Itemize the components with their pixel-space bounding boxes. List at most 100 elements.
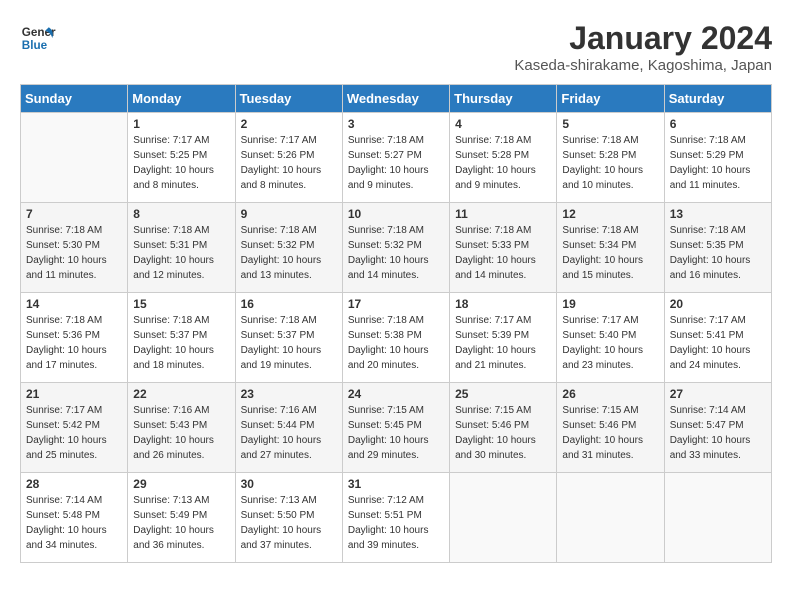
daylight-info: Daylight: 10 hours and 27 minutes. (241, 435, 322, 461)
day-number: 29 (133, 477, 229, 491)
sunrise-info: Sunrise: 7:16 AM (133, 405, 209, 416)
calendar-header: SundayMondayTuesdayWednesdayThursdayFrid… (21, 85, 772, 113)
calendar-cell: 26 Sunrise: 7:15 AM Sunset: 5:46 PM Dayl… (557, 383, 664, 473)
calendar-body: 1 Sunrise: 7:17 AM Sunset: 5:25 PM Dayli… (21, 113, 772, 563)
calendar-cell (557, 473, 664, 563)
sunset-info: Sunset: 5:46 PM (455, 420, 529, 431)
sunrise-info: Sunrise: 7:17 AM (26, 405, 102, 416)
sunrise-info: Sunrise: 7:13 AM (133, 495, 209, 506)
calendar-week-3: 14 Sunrise: 7:18 AM Sunset: 5:36 PM Dayl… (21, 293, 772, 383)
sunrise-info: Sunrise: 7:18 AM (133, 225, 209, 236)
sunrise-info: Sunrise: 7:16 AM (241, 405, 317, 416)
daylight-info: Daylight: 10 hours and 39 minutes. (348, 525, 429, 551)
sunset-info: Sunset: 5:44 PM (241, 420, 315, 431)
daylight-info: Daylight: 10 hours and 36 minutes. (133, 525, 214, 551)
calendar-cell: 15 Sunrise: 7:18 AM Sunset: 5:37 PM Dayl… (128, 293, 235, 383)
daylight-info: Daylight: 10 hours and 31 minutes. (562, 435, 643, 461)
calendar-cell: 9 Sunrise: 7:18 AM Sunset: 5:32 PM Dayli… (235, 203, 342, 293)
calendar-cell: 17 Sunrise: 7:18 AM Sunset: 5:38 PM Dayl… (342, 293, 449, 383)
calendar-cell: 18 Sunrise: 7:17 AM Sunset: 5:39 PM Dayl… (450, 293, 557, 383)
sunrise-info: Sunrise: 7:15 AM (455, 405, 531, 416)
sunrise-info: Sunrise: 7:18 AM (241, 225, 317, 236)
sunset-info: Sunset: 5:37 PM (133, 330, 207, 341)
day-number: 22 (133, 387, 229, 401)
day-number: 8 (133, 207, 229, 221)
day-number: 31 (348, 477, 444, 491)
sunset-info: Sunset: 5:42 PM (26, 420, 100, 431)
sunrise-info: Sunrise: 7:18 AM (26, 315, 102, 326)
day-number: 14 (26, 297, 122, 311)
daylight-info: Daylight: 10 hours and 15 minutes. (562, 255, 643, 281)
calendar-cell: 1 Sunrise: 7:17 AM Sunset: 5:25 PM Dayli… (128, 113, 235, 203)
calendar-week-1: 1 Sunrise: 7:17 AM Sunset: 5:25 PM Dayli… (21, 113, 772, 203)
calendar-cell: 31 Sunrise: 7:12 AM Sunset: 5:51 PM Dayl… (342, 473, 449, 563)
calendar-cell: 14 Sunrise: 7:18 AM Sunset: 5:36 PM Dayl… (21, 293, 128, 383)
sunrise-info: Sunrise: 7:12 AM (348, 495, 424, 506)
calendar-cell: 30 Sunrise: 7:13 AM Sunset: 5:50 PM Dayl… (235, 473, 342, 563)
daylight-info: Daylight: 10 hours and 20 minutes. (348, 345, 429, 371)
daylight-info: Daylight: 10 hours and 33 minutes. (670, 435, 751, 461)
calendar-cell: 4 Sunrise: 7:18 AM Sunset: 5:28 PM Dayli… (450, 113, 557, 203)
sunrise-info: Sunrise: 7:13 AM (241, 495, 317, 506)
daylight-info: Daylight: 10 hours and 12 minutes. (133, 255, 214, 281)
day-number: 27 (670, 387, 766, 401)
weekday-header-monday: Monday (128, 85, 235, 113)
daylight-info: Daylight: 10 hours and 26 minutes. (133, 435, 214, 461)
sunset-info: Sunset: 5:43 PM (133, 420, 207, 431)
day-number: 25 (455, 387, 551, 401)
calendar-cell: 25 Sunrise: 7:15 AM Sunset: 5:46 PM Dayl… (450, 383, 557, 473)
sunrise-info: Sunrise: 7:18 AM (348, 135, 424, 146)
sunrise-info: Sunrise: 7:18 AM (26, 225, 102, 236)
sunset-info: Sunset: 5:28 PM (455, 150, 529, 161)
day-number: 17 (348, 297, 444, 311)
daylight-info: Daylight: 10 hours and 24 minutes. (670, 345, 751, 371)
calendar-cell: 19 Sunrise: 7:17 AM Sunset: 5:40 PM Dayl… (557, 293, 664, 383)
daylight-info: Daylight: 10 hours and 14 minutes. (348, 255, 429, 281)
sunrise-info: Sunrise: 7:14 AM (26, 495, 102, 506)
weekday-header-friday: Friday (557, 85, 664, 113)
calendar-cell: 21 Sunrise: 7:17 AM Sunset: 5:42 PM Dayl… (21, 383, 128, 473)
day-number: 7 (26, 207, 122, 221)
sunset-info: Sunset: 5:35 PM (670, 240, 744, 251)
sunrise-info: Sunrise: 7:18 AM (133, 315, 209, 326)
day-number: 11 (455, 207, 551, 221)
calendar-week-4: 21 Sunrise: 7:17 AM Sunset: 5:42 PM Dayl… (21, 383, 772, 473)
day-number: 10 (348, 207, 444, 221)
sunset-info: Sunset: 5:27 PM (348, 150, 422, 161)
sunset-info: Sunset: 5:46 PM (562, 420, 636, 431)
sunrise-info: Sunrise: 7:18 AM (348, 315, 424, 326)
day-number: 9 (241, 207, 337, 221)
weekday-header-row: SundayMondayTuesdayWednesdayThursdayFrid… (21, 85, 772, 113)
calendar-cell: 3 Sunrise: 7:18 AM Sunset: 5:27 PM Dayli… (342, 113, 449, 203)
day-number: 15 (133, 297, 229, 311)
sunset-info: Sunset: 5:26 PM (241, 150, 315, 161)
sunrise-info: Sunrise: 7:18 AM (455, 225, 531, 236)
sunset-info: Sunset: 5:29 PM (670, 150, 744, 161)
calendar-cell: 13 Sunrise: 7:18 AM Sunset: 5:35 PM Dayl… (664, 203, 771, 293)
sunrise-info: Sunrise: 7:18 AM (241, 315, 317, 326)
sunrise-info: Sunrise: 7:18 AM (670, 225, 746, 236)
weekday-header-thursday: Thursday (450, 85, 557, 113)
month-title: January 2024 (514, 20, 772, 57)
calendar-cell: 2 Sunrise: 7:17 AM Sunset: 5:26 PM Dayli… (235, 113, 342, 203)
title-block: January 2024 Kaseda-shirakame, Kagoshima… (514, 20, 772, 74)
day-number: 24 (348, 387, 444, 401)
sunset-info: Sunset: 5:36 PM (26, 330, 100, 341)
calendar-cell: 22 Sunrise: 7:16 AM Sunset: 5:43 PM Dayl… (128, 383, 235, 473)
sunrise-info: Sunrise: 7:15 AM (348, 405, 424, 416)
weekday-header-wednesday: Wednesday (342, 85, 449, 113)
sunset-info: Sunset: 5:34 PM (562, 240, 636, 251)
day-number: 23 (241, 387, 337, 401)
day-number: 1 (133, 117, 229, 131)
daylight-info: Daylight: 10 hours and 18 minutes. (133, 345, 214, 371)
day-number: 16 (241, 297, 337, 311)
calendar-cell: 29 Sunrise: 7:13 AM Sunset: 5:49 PM Dayl… (128, 473, 235, 563)
day-number: 2 (241, 117, 337, 131)
calendar-cell: 24 Sunrise: 7:15 AM Sunset: 5:45 PM Dayl… (342, 383, 449, 473)
day-number: 4 (455, 117, 551, 131)
sunset-info: Sunset: 5:51 PM (348, 510, 422, 521)
day-number: 30 (241, 477, 337, 491)
daylight-info: Daylight: 10 hours and 10 minutes. (562, 165, 643, 191)
calendar-cell: 8 Sunrise: 7:18 AM Sunset: 5:31 PM Dayli… (128, 203, 235, 293)
sunset-info: Sunset: 5:32 PM (348, 240, 422, 251)
